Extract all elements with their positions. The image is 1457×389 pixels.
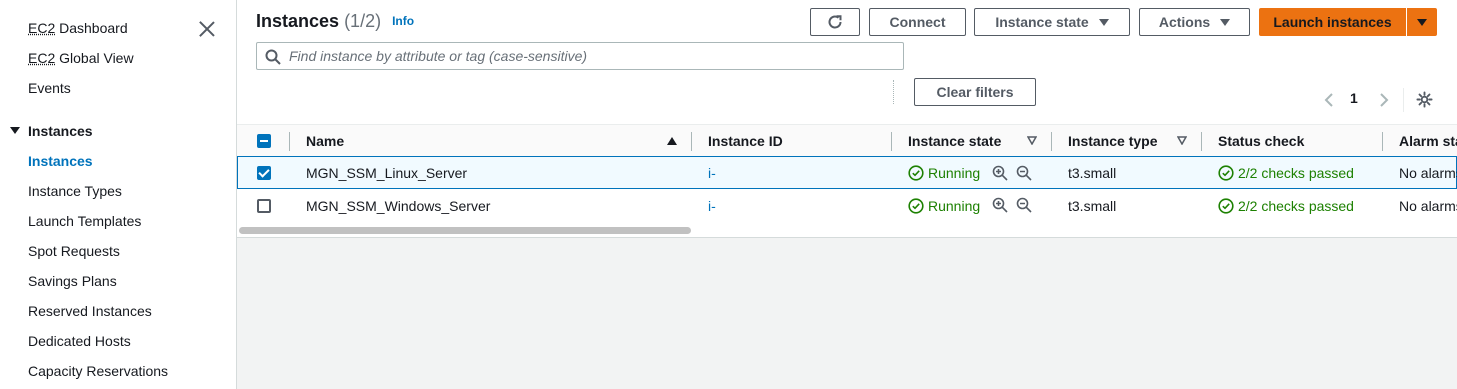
check-circle-icon [908,165,924,181]
sort-icon[interactable] [1027,136,1037,145]
horizontal-scrollbar[interactable] [237,224,1457,237]
nav-ec2-abbr: EC2 [28,20,56,36]
side-navigation: EC2 Dashboard EC2 Global View Events Ins… [0,0,237,389]
column-status-check[interactable]: Status check [1218,133,1304,149]
connect-label: Connect [889,14,946,30]
nav-capacity-reservations[interactable]: Capacity Reservations [28,363,168,379]
instance-type-cell: t3.small [1068,198,1117,214]
check-circle-icon [1218,198,1234,214]
column-instance-id[interactable]: Instance ID [708,133,783,149]
check-circle-icon [908,198,924,214]
state-text: Running [928,198,981,214]
chevron-left-icon[interactable] [1323,92,1335,108]
instance-state-dropdown[interactable]: Instance state [974,8,1130,36]
nav-dedicated-hosts[interactable]: Dedicated Hosts [28,333,131,349]
nav-ec2-abbr: EC2 [28,50,56,66]
instance-state-label: Instance state [995,14,1089,30]
actions-dropdown[interactable]: Actions [1139,8,1250,36]
column-alarm-status[interactable]: Alarm status [1399,133,1457,149]
column-divider[interactable] [1051,132,1052,151]
table-header: Name Instance ID Instance state Instance… [237,124,1457,157]
column-divider[interactable] [1382,132,1383,151]
instances-panel: Instances (1/2) Info Connect Instance st… [237,0,1457,238]
nav-ec2-dashboard-label: Dashboard [55,20,128,36]
caret-down-icon [1417,18,1427,26]
table-row[interactable]: MGN_SSM_Windows_Server i- Running t3.sma… [237,189,1457,222]
row-checkbox[interactable] [257,166,271,180]
column-divider[interactable] [1201,132,1202,151]
nav-launch-templates[interactable]: Launch Templates [28,213,141,229]
row-checkbox[interactable] [257,199,271,213]
launch-instances-button[interactable]: Launch instances [1259,8,1406,36]
search-icon [265,49,281,65]
title-text: Instances [256,11,340,31]
instance-name: MGN_SSM_Windows_Server [306,198,491,214]
status-check-cell: 2/2 checks passed [1218,198,1354,214]
launch-options-dropdown[interactable] [1407,8,1437,36]
nav-spot-requests[interactable]: Spot Requests [28,243,120,259]
instance-id-link[interactable]: i- [708,165,716,181]
zoom-in-icon[interactable] [992,197,1008,213]
nav-ec2-global-view-label: Global View [55,50,134,66]
clear-filters-label: Clear filters [936,84,1014,100]
sort-ascending-icon[interactable] [667,137,677,145]
current-page[interactable]: 1 [1350,90,1358,106]
search-input[interactable] [289,46,889,66]
connect-button[interactable]: Connect [869,8,966,36]
instance-id-link[interactable]: i- [708,198,716,214]
nav-reserved-instances[interactable]: Reserved Instances [28,303,152,319]
selection-count: (1/2) [344,11,382,31]
caret-down-icon [1098,18,1109,26]
state-text: Running [928,165,981,181]
nav-section-instances[interactable]: Instances [10,123,93,139]
main-content: Instances (1/2) Info Connect Instance st… [237,0,1457,389]
sort-icon[interactable] [1177,136,1187,145]
column-divider[interactable] [691,132,692,151]
zoom-out-icon[interactable] [1016,197,1032,213]
status-text: 2/2 checks passed [1238,198,1354,214]
column-name[interactable]: Name [306,133,344,149]
nav-ec2-dashboard[interactable]: EC2 Dashboard [28,20,128,36]
table-row[interactable]: MGN_SSM_Linux_Server i- Running t3.small… [237,156,1457,189]
scrollbar-thumb[interactable] [239,227,691,234]
close-icon[interactable] [198,20,216,38]
refresh-icon [828,15,842,29]
column-instance-state[interactable]: Instance state [908,133,1001,149]
alarm-status-cell: No alarms [1399,165,1457,181]
search-field[interactable] [256,42,904,70]
chevron-right-icon[interactable] [1378,92,1390,108]
instance-state-cell: Running [908,198,980,214]
nav-savings-plans[interactable]: Savings Plans [28,273,117,289]
info-link[interactable]: Info [392,14,414,28]
gear-icon[interactable] [1416,91,1433,108]
caret-down-icon [10,127,20,134]
instance-state-cell: Running [908,165,980,181]
alarm-status-cell: No alarms [1399,198,1457,214]
status-check-cell: 2/2 checks passed [1218,165,1354,181]
nav-events[interactable]: Events [28,80,71,96]
check-circle-icon [1218,165,1234,181]
column-instance-type[interactable]: Instance type [1068,133,1157,149]
clear-filters-button[interactable]: Clear filters [914,78,1036,106]
page-title: Instances (1/2) Info [256,11,414,32]
nav-instances[interactable]: Instances [28,153,93,169]
divider [1403,88,1404,112]
select-all-checkbox[interactable] [257,134,271,148]
nav-instance-types[interactable]: Instance Types [28,183,122,199]
status-text: 2/2 checks passed [1238,165,1354,181]
instance-type-cell: t3.small [1068,165,1117,181]
zoom-out-icon[interactable] [1016,165,1032,181]
actions-label: Actions [1158,14,1211,30]
instance-name: MGN_SSM_Linux_Server [306,165,468,181]
caret-down-icon [1220,18,1231,26]
nav-section-label: Instances [28,123,93,139]
divider [893,80,894,104]
zoom-in-icon[interactable] [992,165,1008,181]
column-divider [289,132,290,151]
column-divider[interactable] [891,132,892,151]
refresh-button[interactable] [810,8,860,36]
launch-instances-label: Launch instances [1273,14,1392,30]
nav-ec2-global-view[interactable]: EC2 Global View [28,50,134,66]
